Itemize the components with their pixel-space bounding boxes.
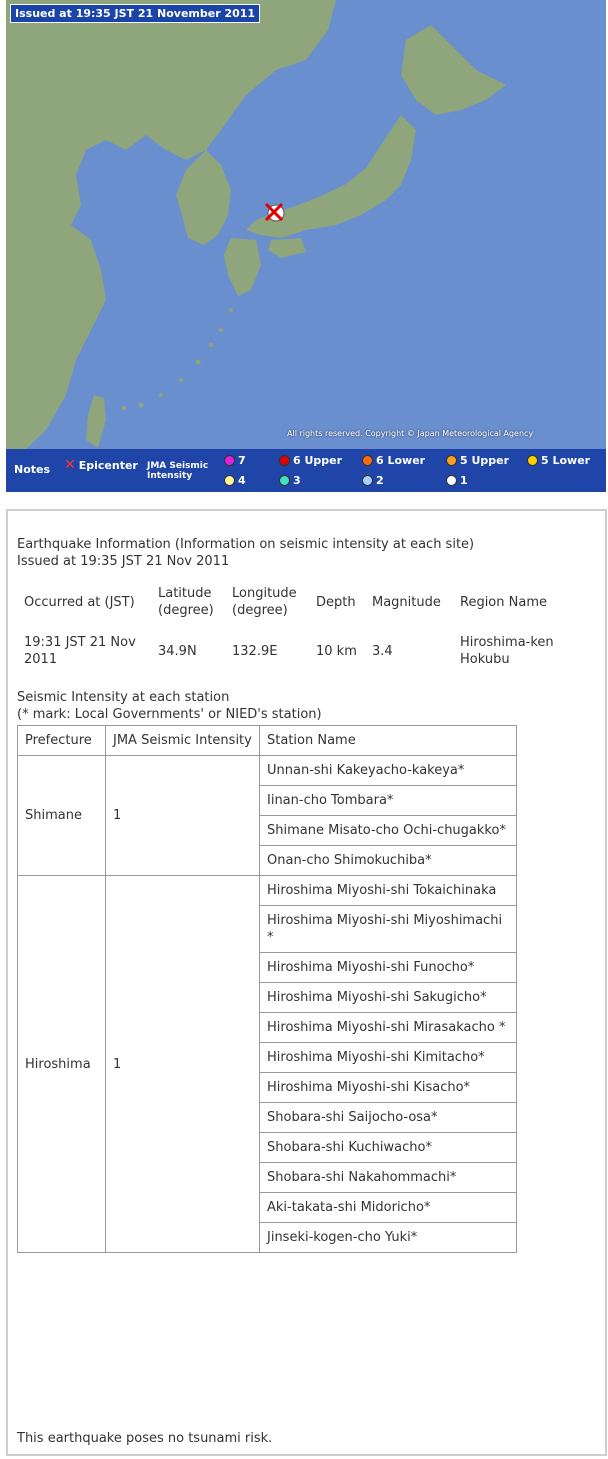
station-name-cell: Hiroshima Miyoshi-shi Miyoshimachi * [259,905,517,953]
seismic-map: Issued at 19:35 JST 21 November 2011 All… [6,0,606,492]
level-6upper-dot-icon [279,455,290,466]
legend-epicenter-label: Epicenter [78,458,138,472]
legend-level-6lower: 6 Lower [362,454,425,467]
station-name-cell: Jinseki-kogen-cho Yuki* [259,1222,517,1253]
level-7-dot-icon [224,455,235,466]
station-name-cell: Shobara-shi Kuchiwacho* [259,1132,517,1163]
station-name-cell: Hiroshima Miyoshi-shi Kisacho* [259,1072,517,1103]
legend-level-1: 1 [446,474,468,487]
info-title: Earthquake Information (Information on s… [17,536,596,570]
station-name-cell: Hiroshima Miyoshi-shi Kimitacho* [259,1042,517,1073]
summary-region-value: Hiroshima-ken Hokubu [460,635,554,667]
legend-level-4: 4 [224,474,246,487]
summary-table: Occurred at (JST) Latitude (degree) Long… [17,582,563,671]
intensity-cell: 1 [105,755,260,876]
legend-level-6lower-label: 6 Lower [376,454,426,467]
station-name-cell: Hiroshima Miyoshi-shi Tokaichinaka [259,875,517,906]
legend-level-6upper: 6 Upper [279,454,342,467]
header-intensity: JMA Seismic Intensity [105,725,260,756]
legend-level-7: 7 [224,454,246,467]
level-2-dot-icon [362,475,373,486]
station-name-cell: Shimane Misato-cho Ochi-chugakko* [259,815,517,846]
legend-level-4-label: 4 [238,474,246,487]
summary-occurred-value: 19:31 JST 21 Nov 2011 [24,635,136,667]
level-4-dot-icon [224,475,235,486]
level-1-dot-icon [446,475,457,486]
summary-header-row: Occurred at (JST) Latitude (degree) Long… [17,582,563,622]
info-title-text: Earthquake Information (Information on s… [17,537,475,552]
map-issued-label: Issued at 19:35 JST 21 November 2011 [10,4,261,23]
legend-intensity-line2: Intensity [147,471,193,481]
legend-notes: Notes [14,463,51,476]
summary-header-region: Region Name [460,594,547,610]
info-issued-text: Issued at 19:35 JST 21 Nov 2011 [17,554,230,569]
map-copyright: All rights reserved. Copyright © Japan M… [287,429,534,438]
level-6lower-dot-icon [362,455,373,466]
summary-latitude-value: 34.9N [158,643,197,659]
legend-level-7-label: 7 [238,454,246,467]
table-row: Hiroshima 1 Hiroshima Miyoshi-shi Tokaichi… [17,875,517,1253]
legend-level-5lower-label: 5 Lower [541,454,591,467]
summary-header-depth: Depth [316,594,356,610]
summary-header-magnitude: Magnitude [372,594,441,610]
station-table: Prefecture JMA Seismic Intensity Station… [17,725,517,1253]
legend-level-5upper-label: 5 Upper [460,454,510,467]
legend-level-3-label: 3 [293,474,301,487]
earthquake-info-panel: Earthquake Information (Information on s… [6,509,607,1456]
map-legend: Notes ✕ Epicenter JMA Seismic Intensity … [6,449,606,492]
legend-level-2: 2 [362,474,384,487]
summary-value-row: 19:31 JST 21 Nov 2011 34.9N 132.9E 10 km… [17,622,563,671]
station-section-note: (* mark: Local Governments' or NIED's st… [17,707,322,722]
summary-magnitude-value: 3.4 [372,643,393,659]
station-name-cell: Shobara-shi Nakahommachi* [259,1162,517,1193]
station-name-cell: Shobara-shi Saijocho-osa* [259,1102,517,1133]
legend-level-6upper-label: 6 Upper [293,454,343,467]
header-station-name: Station Name [259,725,517,756]
prefecture-cell: Hiroshima [17,875,106,1253]
header-prefecture: Prefecture [17,725,106,756]
level-5upper-dot-icon [446,455,457,466]
station-name-cell: Hiroshima Miyoshi-shi Sakugicho* [259,982,517,1013]
summary-longitude-value: 132.9E [232,643,278,659]
station-name-cell: Hiroshima Miyoshi-shi Mirasakacho * [259,1012,517,1043]
legend-level-2-label: 2 [376,474,384,487]
level-3-dot-icon [279,475,290,486]
station-name-cell: Aki-takata-shi Midoricho* [259,1192,517,1223]
prefecture-cell: Shimane [17,755,106,876]
intensity-cell: 1 [105,875,260,1253]
legend-level-5upper: 5 Upper [446,454,509,467]
legend-intensity-title: JMA Seismic Intensity [147,461,208,481]
legend-intensity-line1: JMA Seismic [147,461,209,471]
epicenter-x-icon: ✕ [64,457,76,473]
legend-level-1-label: 1 [460,474,468,487]
summary-header-longitude: Longitude (degree) [232,586,297,618]
table-row: Shimane 1 Unnan-shi Kakeyacho-kakeya* [17,755,517,876]
tsunami-notice: This earthquake poses no tsunami risk. [17,1431,273,1446]
legend-level-3: 3 [279,474,301,487]
station-section-title: Seismic Intensity at each station (* mar… [17,689,596,723]
station-section-title-text: Seismic Intensity at each station [17,690,230,705]
station-name-cell: Iinan-cho Tombara* [259,785,517,816]
summary-depth-value: 10 km [316,643,357,659]
summary-header-latitude: Latitude (degree) [158,586,214,618]
summary-header-occurred: Occurred at (JST) [24,594,135,610]
level-5lower-dot-icon [527,455,538,466]
station-name-cell: Hiroshima Miyoshi-shi Funocho* [259,952,517,983]
station-name-cell: Unnan-shi Kakeyacho-kakeya* [259,755,517,786]
station-name-cell: Onan-cho Shimokuchiba* [259,845,517,876]
legend-level-5lower: 5 Lower [527,454,590,467]
legend-epicenter: ✕ Epicenter [64,457,138,473]
station-table-header: Prefecture JMA Seismic Intensity Station… [17,725,517,756]
map-geography [6,0,606,449]
